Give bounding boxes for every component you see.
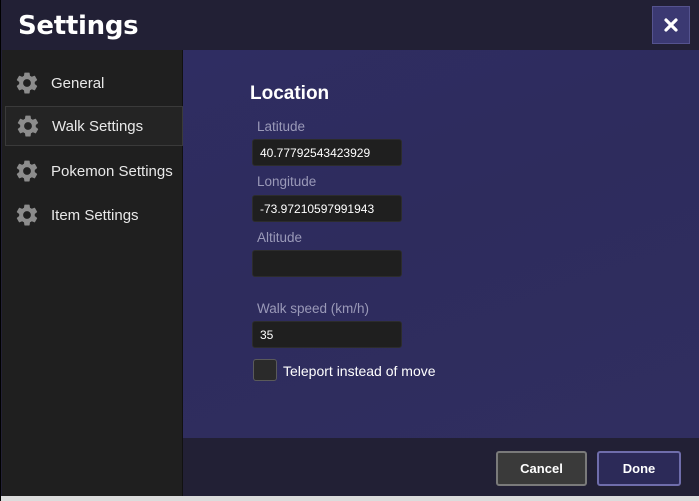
sidebar-item-general[interactable]: General bbox=[5, 63, 183, 103]
altitude-input[interactable] bbox=[252, 250, 402, 277]
longitude-input[interactable] bbox=[252, 195, 402, 222]
sidebar-item-label: Walk Settings bbox=[52, 117, 144, 135]
latitude-input[interactable] bbox=[252, 139, 402, 166]
sidebar: General Walk Settings Pokemon Settings I… bbox=[2, 50, 183, 501]
sidebar-item-label: Item Settings bbox=[51, 206, 139, 224]
teleport-checkbox-label: Teleport instead of move bbox=[283, 363, 436, 379]
settings-window: Settings General Walk Settings Pokemon S… bbox=[0, 0, 699, 501]
latitude-label: Latitude bbox=[257, 119, 306, 134]
close-button[interactable] bbox=[652, 6, 690, 44]
section-title: Location bbox=[250, 83, 330, 104]
background-window-strip bbox=[1, 496, 699, 501]
dialog-footer: Cancel Done bbox=[183, 438, 699, 501]
gear-icon bbox=[14, 112, 42, 140]
sidebar-item-label: General bbox=[51, 74, 105, 92]
done-button[interactable]: Done bbox=[597, 451, 681, 486]
teleport-checkbox[interactable] bbox=[253, 359, 277, 381]
settings-content-panel: Location Latitude Longitude Altitude Wal… bbox=[183, 50, 699, 438]
window-title: Settings bbox=[18, 11, 139, 41]
sidebar-item-pokemon-settings[interactable]: Pokemon Settings bbox=[5, 151, 183, 191]
cancel-button[interactable]: Cancel bbox=[496, 451, 587, 486]
title-bar: Settings bbox=[1, 0, 699, 50]
altitude-label: Altitude bbox=[257, 230, 303, 245]
sidebar-item-walk-settings[interactable]: Walk Settings bbox=[5, 106, 183, 146]
gear-icon bbox=[13, 157, 41, 185]
sidebar-item-label: Pokemon Settings bbox=[51, 162, 173, 180]
gear-icon bbox=[13, 69, 41, 97]
walk-speed-input[interactable] bbox=[252, 321, 402, 348]
longitude-label: Longitude bbox=[257, 174, 317, 189]
walk-speed-label: Walk speed (km/h) bbox=[257, 301, 370, 316]
sidebar-item-item-settings[interactable]: Item Settings bbox=[5, 195, 183, 235]
gear-icon bbox=[13, 201, 41, 229]
close-icon bbox=[664, 18, 678, 32]
